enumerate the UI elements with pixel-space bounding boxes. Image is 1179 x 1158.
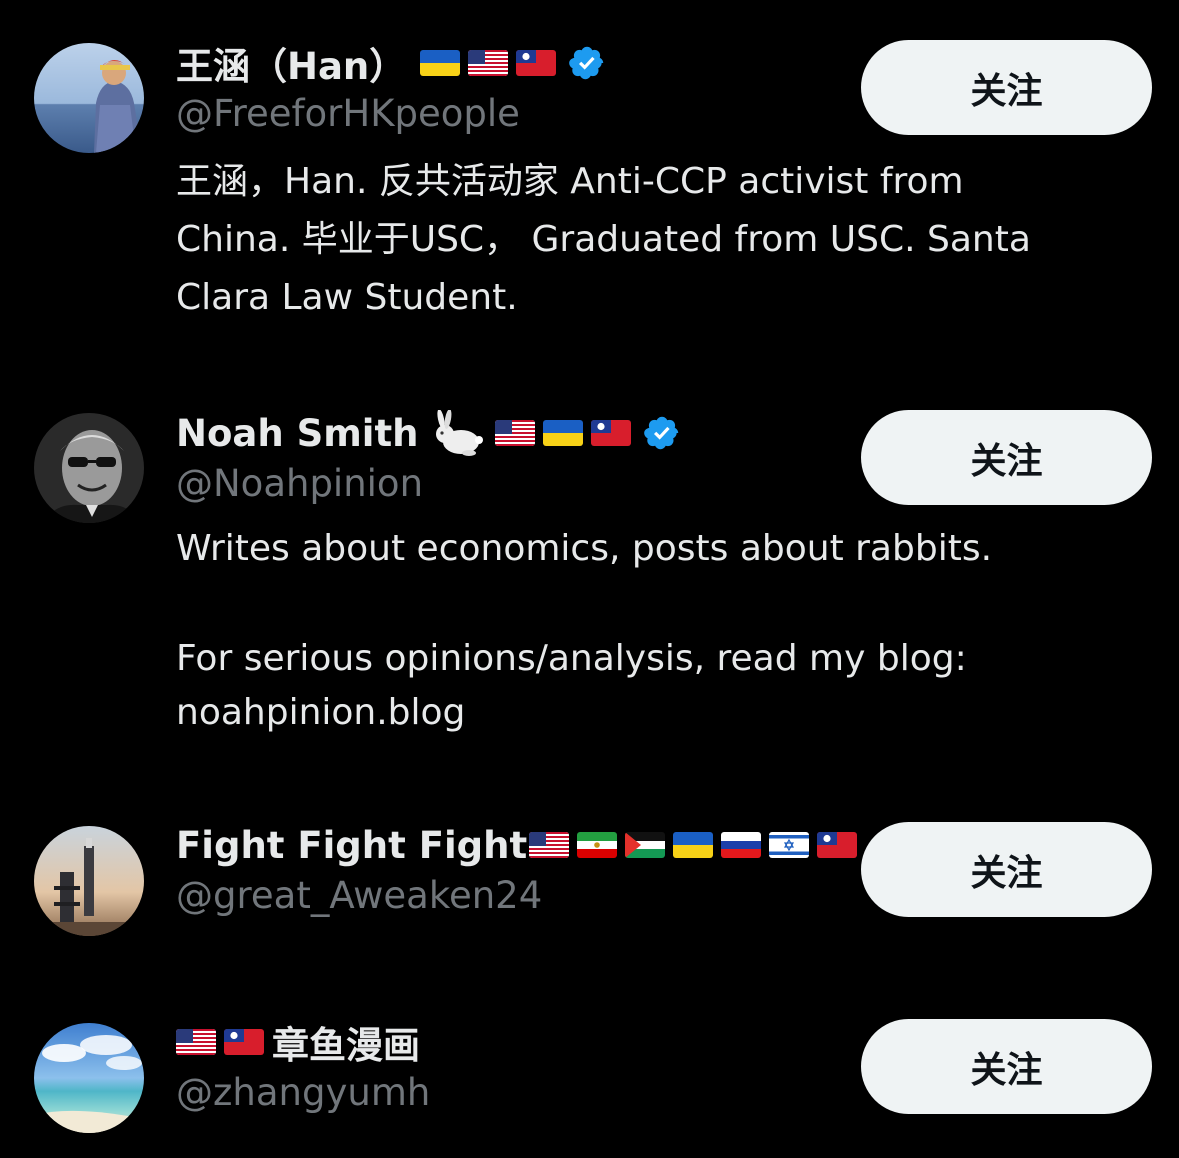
usa-flag-icon	[176, 1029, 216, 1055]
follow-button[interactable]: 关注	[861, 1019, 1152, 1114]
display-name-line[interactable]: 章鱼漫画	[176, 1017, 420, 1067]
taiwan-flag-icon	[224, 1029, 264, 1055]
avatar[interactable]	[34, 1023, 144, 1133]
user-handle[interactable]: @zhangyumh	[176, 1068, 430, 1118]
user-row-4[interactable]: 章鱼漫画 @zhangyumh 关注	[0, 0, 1179, 1158]
display-name[interactable]: 章鱼漫画	[272, 1015, 420, 1069]
